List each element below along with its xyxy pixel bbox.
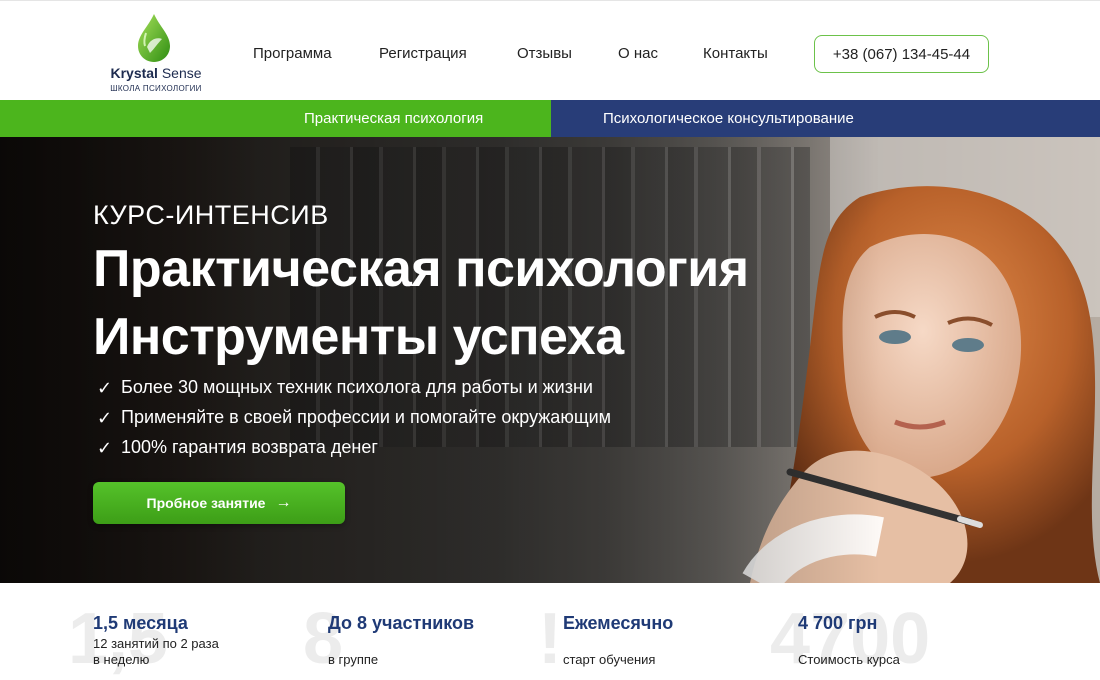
logo[interactable]: Krystal Sense ШКОЛА ПСИХОЛОГИИ [106, 11, 216, 97]
benefit-text: 100% гарантия возврата денег [121, 437, 378, 457]
stat-bg-number: ! [538, 599, 562, 679]
stat-description: старт обучения [563, 652, 656, 667]
brand-name: Krystal Sense [110, 65, 202, 81]
list-item: ✓ Применяйте в своей профессии и помогай… [97, 407, 611, 437]
nav-item-registration[interactable]: Регистрация [379, 45, 467, 62]
stat-description: Стоимость курса [798, 652, 900, 667]
stat-title: Ежемесячно [563, 613, 674, 633]
nav-item-program[interactable]: Программа [253, 45, 332, 62]
nav-item-reviews[interactable]: Отзывы [517, 45, 572, 62]
site-header: Krystal Sense ШКОЛА ПСИХОЛОГИИ Программа… [0, 0, 1100, 100]
brand-subtitle: ШКОЛА ПСИХОЛОГИИ [110, 84, 202, 93]
check-icon: ✓ [97, 438, 113, 458]
cta-label: Пробное занятие [146, 495, 266, 511]
check-icon: ✓ [97, 408, 113, 428]
stat-description: в группе [328, 652, 379, 667]
phone-button[interactable]: +38 (067) 134-45-44 [814, 35, 989, 73]
benefit-text: Применяйте в своей профессии и помогайте… [121, 407, 612, 427]
stat-title: 4 700 грн [798, 613, 878, 633]
nav-item-about[interactable]: О нас [618, 45, 658, 62]
tab-practical-psychology[interactable]: Практическая психология [0, 100, 551, 137]
check-icon: ✓ [97, 378, 113, 398]
hero-kicker: КУРС-ИНТЕНСИВ [93, 200, 329, 230]
stat-description: 12 занятий по 2 раза в неделю [93, 636, 219, 667]
benefit-text: Более 30 мощных техник психолога для раб… [121, 377, 593, 397]
hero-section: КУРС-ИНТЕНСИВ Практическая психология Ин… [0, 137, 1100, 583]
hero-title-line1: Практическая психология [93, 240, 749, 298]
course-tabs: Практическая психология Психологическое … [0, 100, 1100, 137]
trial-lesson-button[interactable]: Пробное занятие → [93, 482, 345, 524]
stat-title: До 8 участников [328, 613, 475, 633]
hero-title-line2: Инструменты успеха [93, 308, 624, 366]
arrow-right-icon: → [275, 494, 292, 511]
hero-benefits-list: ✓ Более 30 мощных техник психолога для р… [97, 377, 611, 467]
list-item: ✓ 100% гарантия возврата денег [97, 437, 611, 467]
course-stats: 1,5 1,5 месяца 12 занятий по 2 раза в не… [0, 583, 1100, 680]
drop-logo-icon [138, 14, 170, 62]
tab-label: Психологическое консультирование [603, 110, 854, 127]
list-item: ✓ Более 30 мощных техник психолога для р… [97, 377, 611, 407]
stat-title: 1,5 месяца [93, 613, 188, 633]
nav-item-contacts[interactable]: Контакты [703, 45, 768, 62]
tab-psychological-counseling[interactable]: Психологическое консультирование [551, 100, 1100, 137]
tab-label: Практическая психология [304, 110, 484, 127]
